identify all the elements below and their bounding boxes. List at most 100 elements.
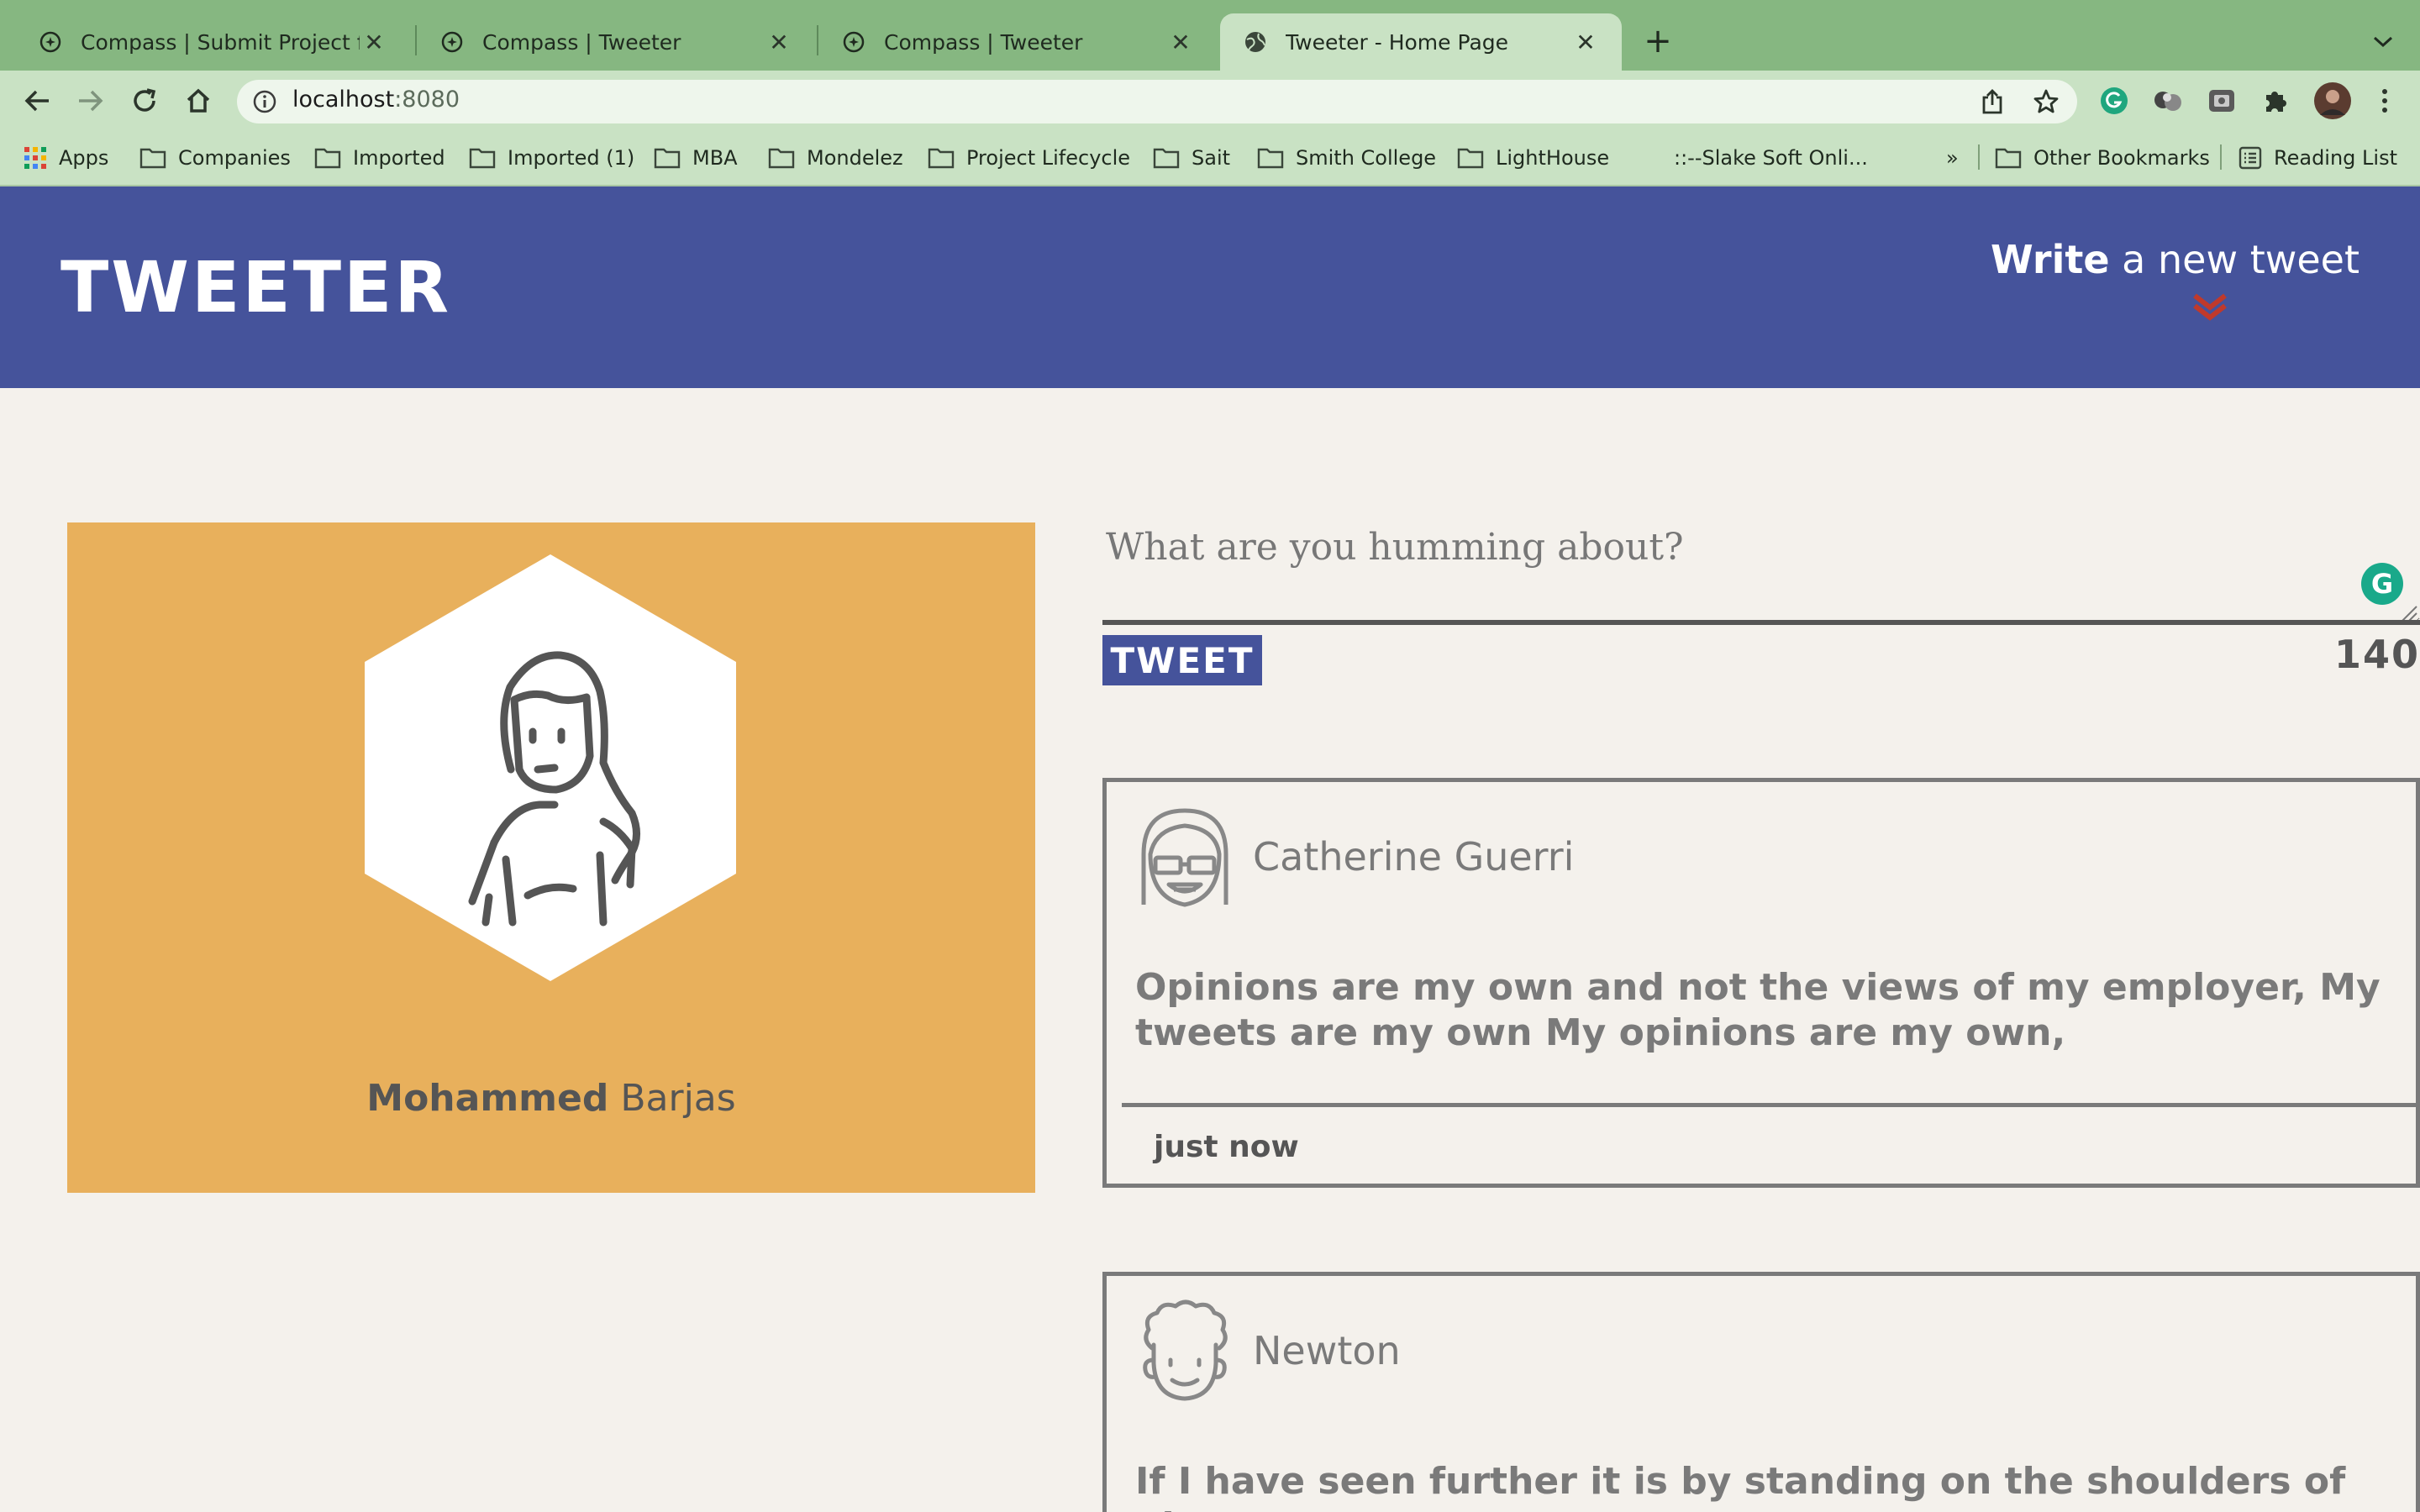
bookmark-folder-companies[interactable]: Companies — [139, 141, 291, 175]
folder-icon — [1457, 148, 1484, 169]
folder-icon — [469, 148, 496, 169]
address-url: localhost:8080 — [292, 87, 460, 113]
tweet-card: Newton If I have seen further it is by s… — [1102, 1272, 2420, 1512]
apps-grid-icon — [24, 147, 46, 169]
bookmark-apps[interactable]: Apps — [24, 141, 108, 175]
bookmarks-overflow-chevron-icon[interactable]: » — [1946, 141, 1959, 175]
profile-first-name: Mohammed — [366, 1077, 609, 1120]
bookmark-folder-mba[interactable]: MBA — [654, 141, 738, 175]
browser-tab-active[interactable]: Tweeter - Home Page ✕ — [1220, 13, 1622, 71]
bookmark-folder-other[interactable]: Other Bookmarks — [1995, 141, 2210, 175]
bookmark-label: Reading List — [2274, 146, 2397, 170]
grammarly-extension-icon[interactable] — [2097, 84, 2131, 118]
bookmarks-separator — [1978, 144, 1980, 170]
bookmark-label: Imported (1) — [508, 146, 635, 170]
chevron-down-icon[interactable] — [2366, 25, 2400, 59]
globe-icon — [1242, 29, 1269, 55]
profile-last-name: Barjas — [608, 1077, 736, 1120]
extension-circles-icon[interactable] — [2151, 84, 2185, 118]
folder-icon — [1995, 148, 2022, 169]
puzzle-extensions-icon[interactable] — [2259, 84, 2292, 118]
tweet-card: Catherine Guerri Opinions are my own and… — [1102, 778, 2420, 1188]
profile-avatar-icon[interactable] — [2312, 81, 2353, 121]
double-chevron-down-icon[interactable] — [2191, 292, 2228, 323]
compose-underline — [1102, 620, 2420, 625]
bookmark-label: LightHouse — [1496, 146, 1610, 170]
compass-favicon-icon — [840, 29, 867, 55]
bookmark-star-icon[interactable] — [2030, 86, 2062, 118]
woman-with-glasses-avatar-icon — [1141, 808, 1228, 907]
character-counter: 140 — [2333, 632, 2420, 677]
bookmark-label: Mondelez — [807, 146, 903, 170]
site-logo[interactable]: TWEETER — [60, 252, 451, 323]
browser-tab-title: Tweeter - Home Page — [1286, 29, 1509, 55]
bookmark-label: Imported — [353, 146, 445, 170]
browser-tab-title: Compass | Submit Project for E — [81, 29, 360, 55]
bookmark-label: Smith College — [1296, 146, 1437, 170]
compass-favicon-icon — [37, 29, 64, 55]
folder-icon — [1257, 148, 1284, 169]
browser-menu-kebab-icon[interactable] — [2368, 84, 2402, 118]
compose-form — [1102, 516, 2420, 625]
tweet-content: Opinions are my own and not the views of… — [1135, 966, 2381, 1054]
bookmark-label: MBA — [692, 146, 738, 170]
url-port: :8080 — [394, 87, 460, 113]
tweet-author: Newton — [1253, 1328, 1401, 1373]
tweet-submit-button[interactable]: TWEET — [1102, 635, 1262, 685]
extension-app-icon[interactable] — [2205, 84, 2238, 118]
bookmark-label: Apps — [59, 146, 109, 170]
compass-favicon-icon — [439, 29, 466, 55]
write-rest-label: a new tweet — [2109, 237, 2360, 282]
browser-tab-title: Compass | Tweeter — [482, 29, 681, 55]
user-avatar-icon — [365, 554, 736, 981]
curly-hair-man-avatar-icon — [1143, 1299, 1228, 1401]
bookmark-label: Project Lifecycle — [966, 146, 1131, 170]
bookmark-folder-mondelez[interactable]: Mondelez — [768, 141, 903, 175]
bookmark-label: ::--Slake Soft Onli... — [1674, 146, 1868, 170]
close-icon[interactable]: ✕ — [360, 28, 388, 56]
write-label: Write — [1990, 237, 2110, 282]
url-host: localhost — [292, 87, 395, 113]
folder-icon — [928, 148, 955, 169]
grammarly-widget-icon[interactable]: G — [2361, 563, 2403, 605]
share-icon[interactable] — [1976, 86, 2008, 118]
back-arrow-icon[interactable] — [18, 82, 55, 119]
folder-icon — [139, 148, 166, 169]
tweet-text-input[interactable] — [1102, 516, 2420, 625]
bookmark-folder-sait[interactable]: Sait — [1153, 141, 1230, 175]
bookmark-label: Companies — [178, 146, 291, 170]
bookmark-label: Other Bookmarks — [2033, 146, 2210, 170]
bookmark-label: Sait — [1192, 146, 1231, 170]
bookmarks-separator — [2220, 144, 2222, 170]
forward-arrow-icon[interactable] — [72, 82, 109, 119]
bookmark-folder-lighthouse[interactable]: LightHouse — [1457, 141, 1609, 175]
folder-icon — [768, 148, 795, 169]
new-tab-plus-icon[interactable]: + — [1639, 22, 1677, 60]
tweet-content: If I have seen further it is by standing… — [1135, 1460, 2346, 1512]
reload-icon[interactable] — [126, 82, 163, 119]
bookmark-folder-imported-1[interactable]: Imported (1) — [469, 141, 634, 175]
close-icon[interactable]: ✕ — [1166, 28, 1195, 56]
tweet-timestamp: just now — [1154, 1130, 1299, 1164]
bookmark-label: » — [1946, 146, 1959, 170]
bookmark-folder-smith-college[interactable]: Smith College — [1257, 141, 1436, 175]
reading-list[interactable]: Reading List — [2238, 141, 2397, 175]
address-bar[interactable] — [237, 80, 2077, 123]
write-new-tweet-link[interactable]: Write a new tweet — [1991, 237, 2360, 282]
close-icon[interactable]: ✕ — [1571, 28, 1600, 56]
bookmark-folder-imported[interactable]: Imported — [314, 141, 445, 175]
browser-tab-2[interactable]: Compass | Tweeter ✕ — [417, 13, 815, 71]
home-icon[interactable] — [180, 82, 217, 119]
browser-tab-3[interactable]: Compass | Tweeter ✕ — [818, 13, 1217, 71]
profile-name: Mohammed Barjas — [67, 1077, 1035, 1120]
folder-icon — [654, 148, 681, 169]
bookmark-folder-project-lifecycle[interactable]: Project Lifecycle — [928, 141, 1130, 175]
tweet-author: Catherine Guerri — [1253, 834, 1575, 879]
browser-tab-1[interactable]: Compass | Submit Project for E ✕ — [15, 13, 410, 71]
folder-icon — [314, 148, 341, 169]
close-icon[interactable]: ✕ — [765, 28, 793, 56]
site-info-icon[interactable] — [252, 89, 277, 114]
folder-icon — [1153, 148, 1180, 169]
bookmark-slake-soft[interactable]: ::--Slake Soft Onli... — [1674, 141, 1868, 175]
browser-tab-title: Compass | Tweeter — [884, 29, 1083, 55]
